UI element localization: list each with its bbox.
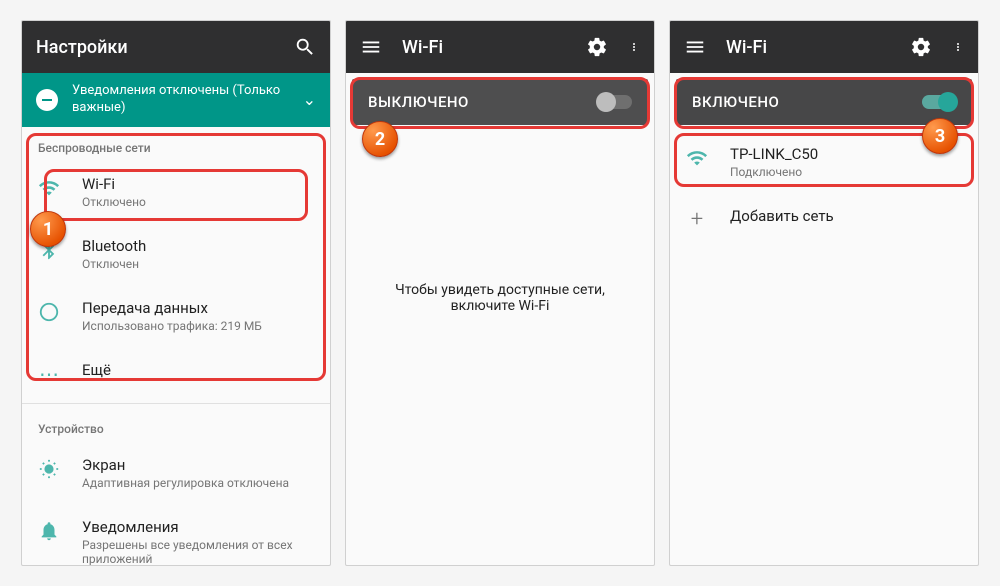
toggle-label: ВЫКЛЮЧЕНО [368,93,469,111]
step-badge-3: 3 [922,118,958,154]
toggle-label: ВКЛЮЧЕНО [692,93,779,111]
data-sub: Использовано трафика: 219 МБ [82,319,314,333]
step-badge-2: 2 [362,121,398,157]
more-title: Ещё [82,361,314,379]
wifi-row[interactable]: Wi-Fi Отключено [22,161,330,223]
chevron-down-icon: ⌄ [303,90,316,109]
network-status: Подключено [730,165,962,179]
search-icon[interactable] [294,36,316,58]
wifi-on-screen: Wi-Fi ВКЛЮЧЕНО TP-LINK_C50 Подключено + … [669,20,979,566]
bluetooth-sub: Отключен [82,257,314,271]
display-icon [38,458,60,480]
add-network-label: Добавить сеть [730,207,962,225]
more-icon: ⋯ [38,363,60,385]
bell-icon [38,520,60,542]
wifi-toggle-bar[interactable]: ВЫКЛЮЧЕНО [352,79,648,125]
add-network-row[interactable]: + Добавить сеть [670,193,978,245]
menu-icon[interactable] [684,36,706,58]
section-wireless-header: Беспроводные сети [22,127,330,161]
gear-icon[interactable] [586,36,608,58]
appbar-title: Wi-Fi [402,37,566,58]
wifi-signal-icon [686,147,708,169]
plus-icon: + [686,209,708,231]
divider [22,403,330,404]
display-row[interactable]: Экран Адаптивная регулировка отключена [22,442,330,504]
switch-on[interactable] [922,95,956,109]
display-title: Экран [82,456,314,474]
notif-title: Уведомления [82,518,314,536]
bluetooth-title: Bluetooth [82,237,314,255]
appbar: Wi-Fi [346,21,654,73]
notif-sub: Разрешены все уведомления от всех прилож… [82,538,314,566]
wifi-sub: Отключено [82,195,314,209]
data-icon [38,301,60,323]
notifications-row[interactable]: Уведомления Разрешены все уведомления от… [22,504,330,566]
data-title: Передача данных [82,299,314,317]
wifi-title: Wi-Fi [82,175,314,193]
banner-text: Уведомления отключены (Только важные) [72,83,289,117]
wifi-enable-message: Чтобы увидеть доступные сети, включите W… [346,282,654,314]
bluetooth-row[interactable]: Bluetooth Отключен [22,223,330,285]
menu-icon[interactable] [360,36,382,58]
appbar-title: Настройки [36,37,274,58]
overflow-icon[interactable] [628,36,640,58]
wifi-off-screen: Wi-Fi ВЫКЛЮЧЕНО Чтобы увидеть доступные … [345,20,655,566]
gear-icon[interactable] [910,36,932,58]
display-sub: Адаптивная регулировка отключена [82,476,314,490]
appbar: Настройки [22,21,330,73]
wifi-icon [38,177,60,199]
overflow-icon[interactable] [952,36,964,58]
data-row[interactable]: Передача данных Использовано трафика: 21… [22,285,330,347]
wifi-toggle-bar[interactable]: ВКЛЮЧЕНО [676,79,972,125]
appbar: Wi-Fi [670,21,978,73]
switch-off[interactable] [598,95,632,109]
notifications-banner[interactable]: Уведомления отключены (Только важные) ⌄ [22,73,330,127]
settings-screen: Настройки Уведомления отключены (Только … [21,20,331,566]
minus-icon [36,89,58,111]
appbar-title: Wi-Fi [726,37,890,58]
section-device-header: Устройство [22,408,330,442]
more-row[interactable]: ⋯ Ещё [22,347,330,399]
step-badge-1: 1 [30,211,66,247]
